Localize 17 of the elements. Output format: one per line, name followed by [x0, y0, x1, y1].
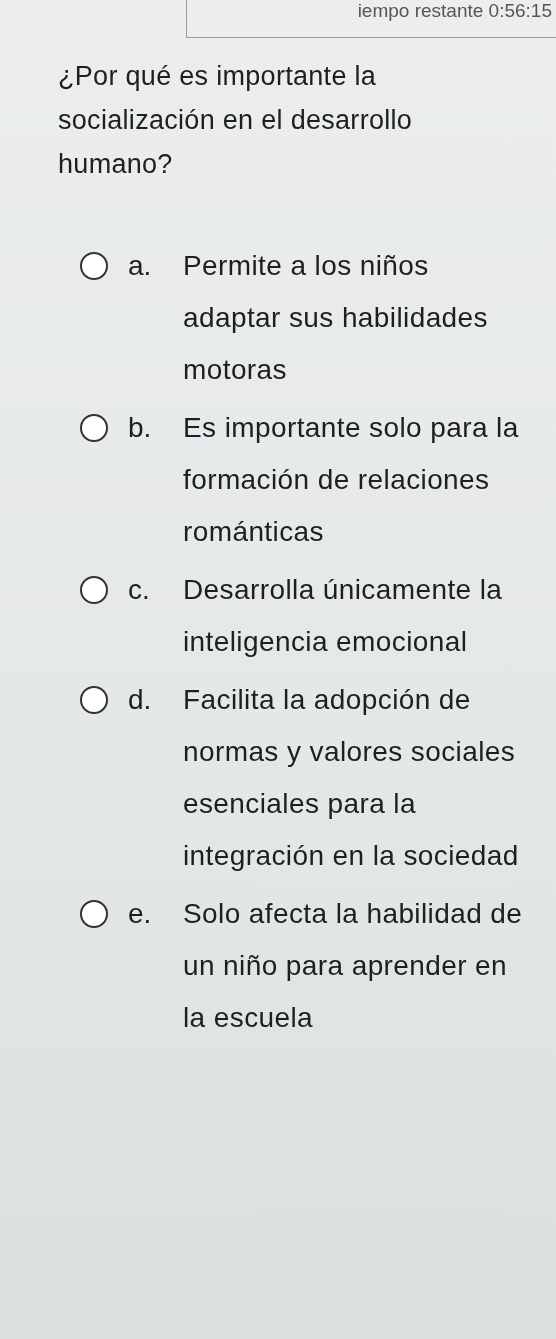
option-text: Solo afecta la habilidad de un niño para aprender en la escuela [183, 897, 523, 1035]
option-text: Permite a los niños adaptar sus habilidades motoras [183, 249, 489, 387]
option-text: Es importante solo para la formación de relaciones románticas [183, 411, 520, 549]
option-text: Facilita la adopción de normas y valores sociales esenciales para la integración en la sociedad [183, 683, 520, 873]
timer-label: iempo restante 0:56:15 [186, 0, 556, 38]
radio-button[interactable] [80, 252, 108, 280]
radio-button[interactable] [80, 900, 108, 928]
option-letter: a. [128, 249, 153, 283]
radio-button[interactable] [80, 686, 108, 714]
question-text: ¿Por qué es importante la socialización en el desarrollo humano? [58, 60, 414, 181]
radio-button[interactable] [80, 414, 108, 442]
option-letter: d. [128, 683, 153, 717]
option-letter: e. [128, 897, 153, 931]
option-letter: b. [128, 411, 153, 445]
option-text: Desarrolla únicamente la inteligencia emocional [183, 573, 504, 659]
option-letter: c. [128, 573, 151, 607]
radio-button[interactable] [80, 576, 108, 604]
